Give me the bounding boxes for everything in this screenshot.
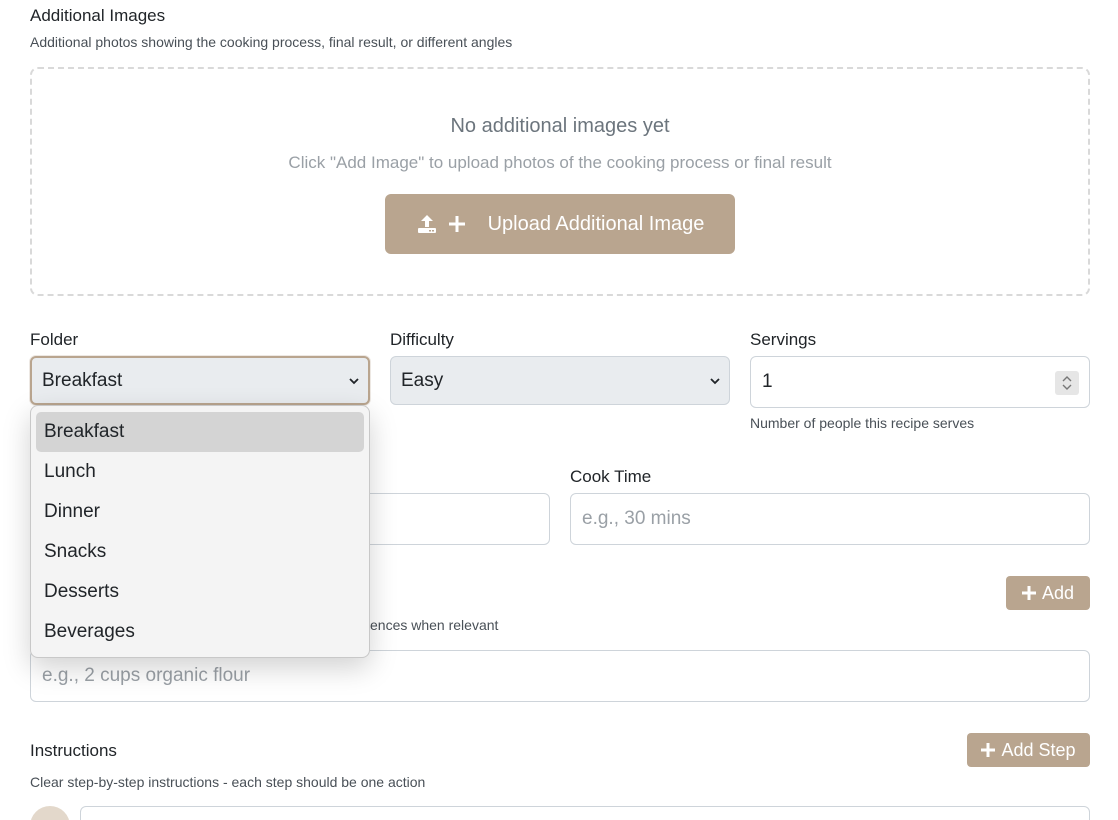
additional-images-label: Additional Images: [30, 6, 166, 25]
stepper-arrows-icon: [1062, 376, 1072, 390]
chevron-down-icon: [349, 377, 359, 384]
folder-label: Folder: [30, 330, 79, 349]
step-number-badge: [30, 806, 70, 820]
plus-icon: [1021, 586, 1036, 600]
add-step-button[interactable]: Add Step: [967, 733, 1090, 767]
difficulty-select[interactable]: Easy: [390, 356, 730, 405]
ingredient-placeholder: e.g., 2 cups organic flour: [42, 665, 251, 686]
add-ingredient-label: Add: [1041, 582, 1075, 603]
cook-time-placeholder: e.g., 30 mins: [582, 508, 691, 529]
folder-option[interactable]: Breakfast: [36, 412, 364, 452]
additional-images-dropzone[interactable]: No additional images yet Click "Add Imag…: [30, 67, 1090, 296]
servings-value: 1: [762, 371, 773, 392]
recipe-form: Additional Images Additional photos show…: [0, 0, 1118, 820]
servings-label: Servings: [750, 330, 817, 349]
additional-images-help: Additional photos showing the cooking pr…: [30, 34, 513, 50]
folder-option[interactable]: Snacks: [36, 532, 364, 572]
folder-option[interactable]: Desserts: [36, 572, 364, 612]
chevron-down-icon: [710, 377, 720, 384]
plus-icon: [981, 743, 996, 757]
folder-option[interactable]: Lunch: [36, 452, 364, 492]
upload-icons: [416, 213, 466, 235]
upload-icon: [417, 215, 436, 233]
servings-input[interactable]: 1: [750, 356, 1090, 408]
difficulty-select-value: Easy: [401, 369, 444, 391]
folder-select-value: Breakfast: [42, 369, 123, 391]
add-ingredient-button[interactable]: Add: [1006, 576, 1090, 610]
folder-dropdown-menu: Breakfast Lunch Dinner Snacks Desserts B…: [30, 405, 370, 658]
servings-help: Number of people this recipe serves: [750, 415, 975, 431]
instructions-help: Clear step-by-step instructions - each s…: [30, 774, 426, 790]
step-input[interactable]: [80, 806, 1090, 820]
difficulty-label: Difficulty: [390, 330, 454, 349]
plus-icon: [448, 216, 465, 232]
upload-additional-image-button[interactable]: Upload Additional Image: [385, 194, 735, 254]
instructions-label: Instructions: [30, 741, 117, 760]
folder-select[interactable]: Breakfast: [30, 356, 370, 405]
folder-option[interactable]: Beverages: [36, 612, 364, 652]
cook-time-label: Cook Time: [570, 467, 652, 486]
empty-state-subtitle: Click "Add Image" to upload photos of th…: [288, 153, 832, 172]
ingredients-help: ences when relevant: [370, 617, 499, 633]
servings-stepper[interactable]: [1055, 371, 1079, 395]
add-step-label: Add Step: [1001, 739, 1076, 760]
empty-state-title: No additional images yet: [450, 115, 670, 137]
upload-button-label: Upload Additional Image: [487, 212, 705, 235]
folder-option[interactable]: Dinner: [36, 492, 364, 532]
cook-time-input[interactable]: e.g., 30 mins: [570, 493, 1090, 545]
